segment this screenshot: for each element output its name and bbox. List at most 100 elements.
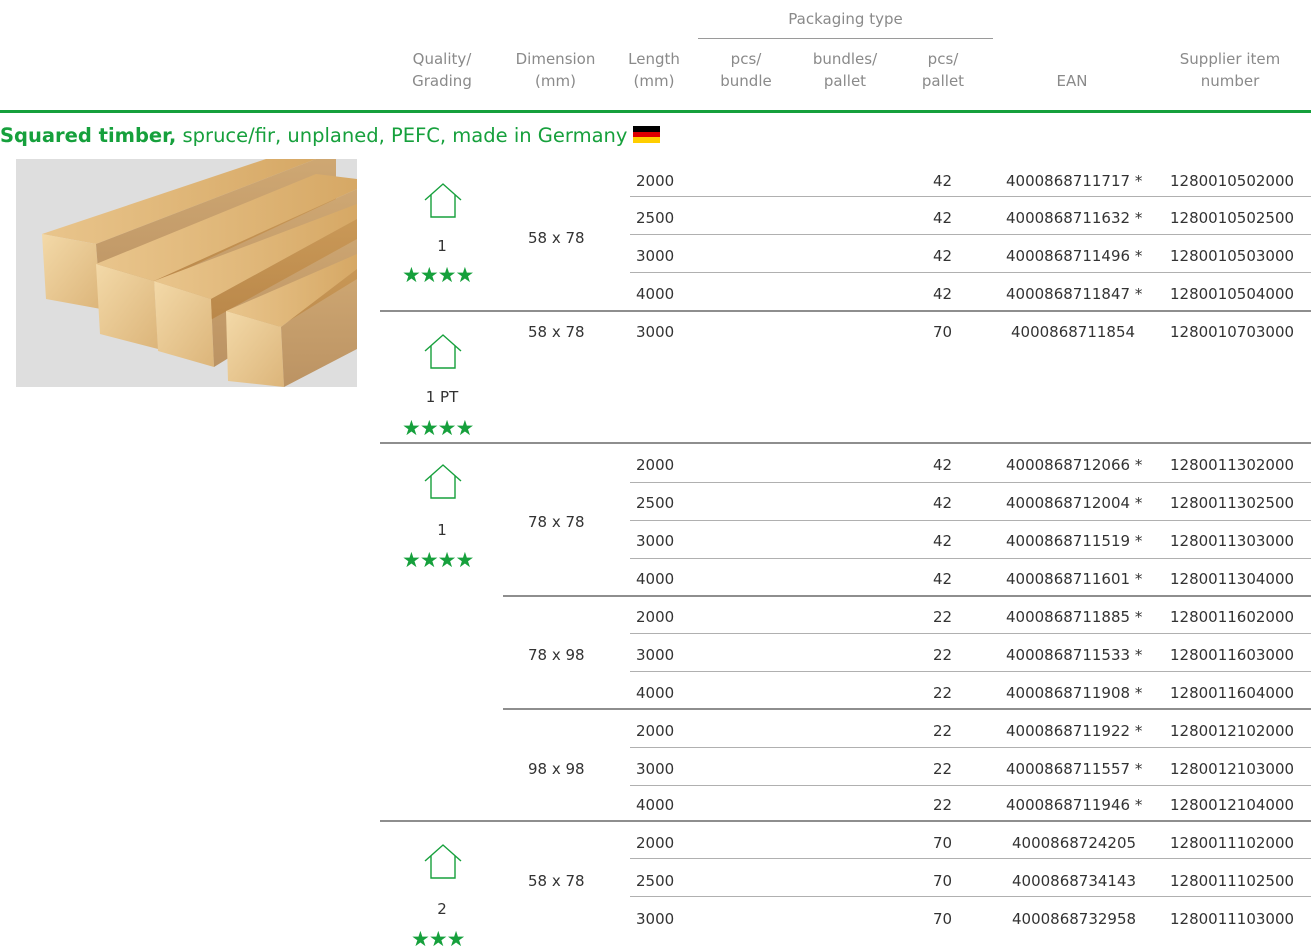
length-cell: 2500 (636, 494, 675, 512)
supplier-item-cell: 1280012103000 (1170, 760, 1295, 778)
length-cell: 2000 (636, 722, 675, 740)
length-cell: 2000 (636, 456, 675, 474)
group-divider (503, 595, 1311, 597)
ean-cell: 4000868712004 * (1006, 494, 1143, 512)
dimension-cell: 98 x 98 (528, 760, 585, 778)
pcs-pallet-cell: 22 (933, 722, 953, 740)
header-rule (0, 110, 1311, 113)
dimension-cell: 58 x 78 (528, 323, 585, 341)
row-divider (630, 196, 1311, 197)
pcs-pallet-cell: 70 (933, 323, 953, 341)
row-divider (630, 482, 1311, 483)
length-cell: 2000 (636, 834, 675, 852)
supplier-item-cell: 1280011303000 (1170, 532, 1295, 550)
pcs-pallet-cell: 42 (933, 532, 953, 550)
section-title-rest: spruce/fir, unplaned, PEFC, made in Germ… (176, 124, 628, 147)
supplier-item-cell: 1280010503000 (1170, 247, 1295, 265)
supplier-item-cell: 1280010502000 (1170, 172, 1295, 190)
quality-stars: ★★★★ (402, 416, 474, 440)
pcs-pallet-cell: 22 (933, 796, 953, 814)
bundles-pallet-header: bundles/ pallet (812, 50, 878, 90)
supplier-item-cell: 1280011602000 (1170, 608, 1295, 626)
length-cell: 4000 (636, 684, 675, 702)
length-cell: 2500 (636, 872, 675, 890)
length-header: Length (mm) (628, 50, 680, 90)
row-divider (630, 520, 1311, 521)
length-cell: 2500 (636, 209, 675, 227)
dimension-header: Dimension (mm) (515, 50, 596, 90)
length-cell: 2000 (636, 172, 675, 190)
length-cell: 4000 (636, 796, 675, 814)
supplier-item-cell: 1280011603000 (1170, 646, 1295, 664)
ean-cell: 4000868711946 * (1006, 796, 1143, 814)
squared-timber-photo (16, 159, 357, 387)
grade-label: 1 (437, 237, 447, 255)
ean-cell: 4000868711717 * (1006, 172, 1143, 190)
quality-stars: ★★★ (411, 927, 465, 951)
group-divider (380, 310, 1311, 312)
pcs-pallet-cell: 42 (933, 570, 953, 588)
ean-cell: 4000868711854 (1011, 323, 1136, 341)
pcs-pallet-cell: 42 (933, 494, 953, 512)
germany-flag-icon (633, 126, 661, 143)
ean-cell: 4000868712066 * (1006, 456, 1143, 474)
length-cell: 2000 (636, 608, 675, 626)
pcs-pallet-cell: 42 (933, 209, 953, 227)
pcs-pallet-cell: 22 (933, 608, 953, 626)
supplier-item-cell: 1280012104000 (1170, 796, 1295, 814)
ean-cell: 4000868711885 * (1006, 608, 1143, 626)
packaging-type-header: Packaging type (788, 10, 903, 28)
row-divider (630, 558, 1311, 559)
length-cell: 4000 (636, 285, 675, 303)
group-divider (380, 442, 1311, 444)
length-cell: 3000 (636, 646, 675, 664)
row-divider (630, 785, 1311, 786)
ean-cell: 4000868711847 * (1006, 285, 1143, 303)
section-title: Squared timber, spruce/fir, unplaned, PE… (0, 124, 661, 147)
supplier-item-cell: 1280011302000 (1170, 456, 1295, 474)
pcs-pallet-cell: 70 (933, 910, 953, 928)
ean-cell: 4000868711908 * (1006, 684, 1143, 702)
ean-cell: 4000868711922 * (1006, 722, 1143, 740)
supplier-item-cell: 1280011302500 (1170, 494, 1295, 512)
grade-label: 2 (437, 900, 447, 918)
length-cell: 3000 (636, 323, 675, 341)
quality-header: Quality/ Grading (412, 50, 472, 90)
row-divider (630, 896, 1311, 897)
pcs-pallet-cell: 70 (933, 872, 953, 890)
supplier-item-header: Supplier item number (1179, 50, 1281, 90)
pcs-pallet-cell: 70 (933, 834, 953, 852)
supplier-item-cell: 1280011304000 (1170, 570, 1295, 588)
ean-cell: 4000868711533 * (1006, 646, 1143, 664)
pcs-bundle-header: pcs/ bundle (720, 50, 772, 90)
quality-stars: ★★★★ (402, 263, 474, 287)
supplier-item-cell: 1280011604000 (1170, 684, 1295, 702)
ean-cell: 4000868734143 (1012, 872, 1137, 890)
supplier-item-cell: 1280010703000 (1170, 323, 1295, 341)
length-cell: 4000 (636, 570, 675, 588)
pcs-pallet-cell: 22 (933, 646, 953, 664)
house-icon (423, 464, 463, 500)
dimension-cell: 78 x 78 (528, 513, 585, 531)
house-icon (423, 844, 463, 880)
supplier-item-cell: 1280011102000 (1170, 834, 1295, 852)
row-divider (630, 747, 1311, 748)
dimension-cell: 58 x 78 (528, 229, 585, 247)
ean-cell: 4000868711601 * (1006, 570, 1143, 588)
pcs-pallet-cell: 42 (933, 285, 953, 303)
grade-label: 1 PT (425, 388, 459, 406)
supplier-item-cell: 1280010502500 (1170, 209, 1295, 227)
section-title-bold: Squared timber, (0, 124, 177, 147)
row-divider (630, 858, 1311, 859)
ean-cell: 4000868711496 * (1006, 247, 1143, 265)
supplier-item-cell: 1280012102000 (1170, 722, 1295, 740)
ean-cell: 4000868724205 (1012, 834, 1137, 852)
length-cell: 3000 (636, 247, 675, 265)
supplier-item-cell: 1280010504000 (1170, 285, 1295, 303)
row-divider (630, 671, 1311, 672)
dimension-cell: 78 x 98 (528, 646, 585, 664)
length-cell: 3000 (636, 910, 675, 928)
dimension-cell: 58 x 78 (528, 872, 585, 890)
row-divider (630, 633, 1311, 634)
house-icon (423, 183, 463, 219)
